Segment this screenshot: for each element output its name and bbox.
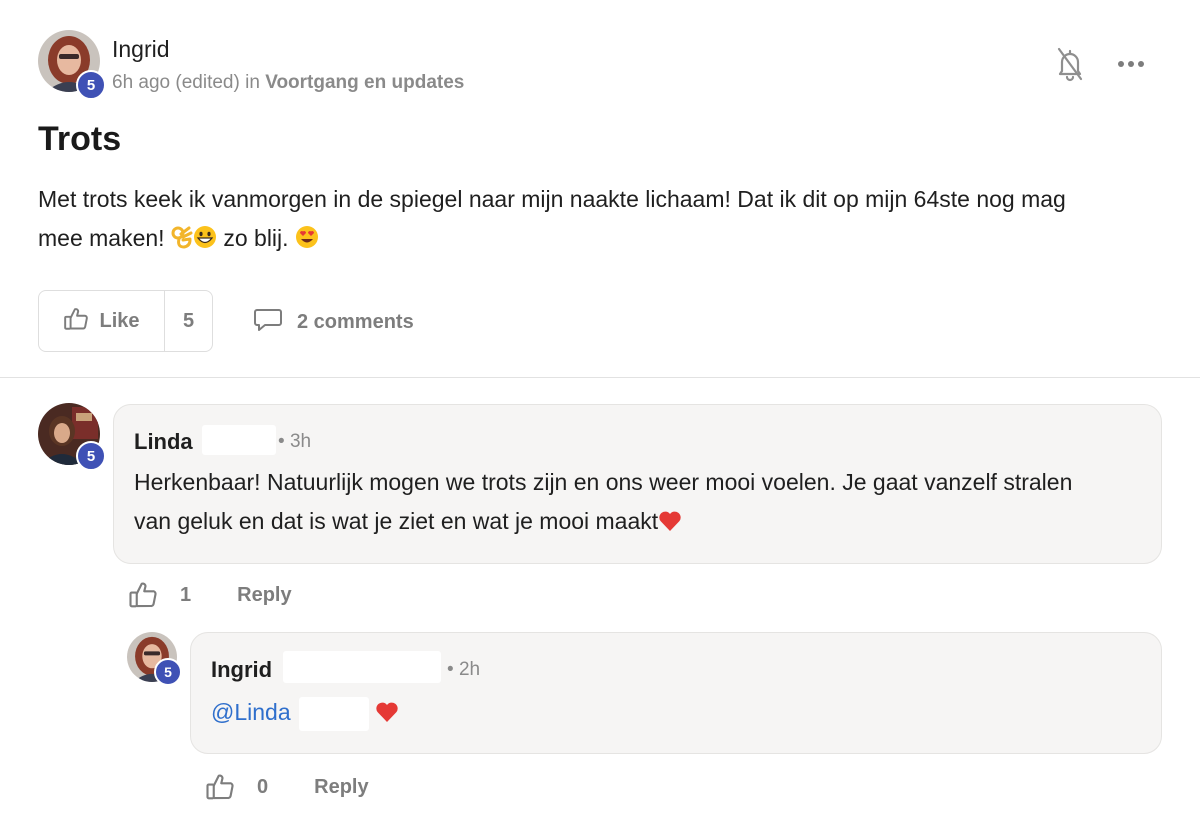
- red-heart-emoji-icon: [658, 505, 682, 544]
- like-button[interactable]: Like: [39, 291, 165, 351]
- category-link[interactable]: Voortgang en updates: [265, 72, 464, 93]
- post-title: Trots: [38, 120, 122, 158]
- author-name[interactable]: Ingrid: [112, 36, 170, 63]
- heart-eyes-emoji-icon: [295, 222, 319, 261]
- thumbs-up-icon[interactable]: [128, 580, 158, 610]
- reply-time: • 2h: [447, 659, 481, 680]
- comment-text-value: van geluk en dat is wat je ziet en wat j…: [134, 508, 659, 534]
- reply-author-name[interactable]: Ingrid: [211, 657, 272, 683]
- comment-time-value: 3h: [289, 431, 312, 452]
- thumbs-up-icon: [63, 306, 89, 337]
- reply-time-value: 2h: [458, 659, 481, 680]
- post-body-line: mee maken! zo blij.: [38, 219, 1162, 261]
- mention-link[interactable]: @Linda: [211, 699, 291, 725]
- comment-bubble: Linda • 3h Herkenbaar! Natuurlijk mogen …: [113, 404, 1162, 564]
- comment-time: • 3h: [278, 431, 312, 452]
- in-label: in: [245, 72, 260, 93]
- reply-like-count: 0: [257, 775, 269, 798]
- post-body-text: zo blij.: [223, 225, 289, 251]
- like-label: Like: [99, 309, 140, 332]
- comment-bubble-icon: [253, 306, 283, 339]
- reply-button[interactable]: Reply: [237, 584, 291, 607]
- comment-text-line: van geluk en dat is wat je ziet en wat j…: [134, 502, 1154, 544]
- redacted-mention-surname: [299, 696, 370, 731]
- redacted-surname: [202, 425, 276, 455]
- post-body-line: Met trots keek ik vanmorgen in de spiege…: [38, 186, 1066, 212]
- reply-bubble: Ingrid • 2h @Linda: [190, 632, 1162, 754]
- thumbs-up-icon[interactable]: [205, 772, 235, 802]
- redacted-surname: [283, 651, 441, 683]
- reply-text: @Linda: [211, 693, 1151, 735]
- divider: [0, 377, 1200, 378]
- red-heart-emoji-icon: [375, 696, 399, 735]
- comment-like-count: 1: [180, 583, 192, 606]
- grinning-face-emoji-icon: [193, 222, 217, 261]
- post-body-text: mee maken!: [38, 225, 165, 251]
- comment-actions: 1 Reply: [128, 580, 292, 610]
- commenter-level-badge: 5: [76, 441, 106, 471]
- like-box: Like 5: [38, 290, 213, 352]
- comments-button[interactable]: 2 comments: [253, 306, 414, 339]
- bell-off-icon[interactable]: [1056, 46, 1084, 82]
- author-level-badge: 5: [76, 70, 106, 100]
- comment-text-line: Herkenbaar! Natuurlijk mogen we trots zi…: [134, 469, 1073, 495]
- post-header: 5 Ingrid 6h ago (edited) in Voortgang en…: [38, 30, 1162, 100]
- edited-label: (edited): [175, 72, 240, 93]
- reply-button[interactable]: Reply: [314, 776, 368, 799]
- post-body: Met trots keek ik vanmorgen in de spiege…: [38, 180, 1162, 261]
- reply-actions: 0 Reply: [205, 772, 369, 802]
- comment-text: Herkenbaar! Natuurlijk mogen we trots zi…: [134, 463, 1154, 544]
- like-count[interactable]: 5: [165, 291, 212, 351]
- reply-author-level-badge: 5: [154, 658, 182, 686]
- more-horizontal-icon[interactable]: [1114, 54, 1148, 74]
- post-time: 6h ago: [112, 72, 171, 93]
- post-meta: 6h ago (edited) in Voortgang en updates: [112, 72, 464, 94]
- ok-hand-emoji-icon: [171, 222, 193, 261]
- commenter-name[interactable]: Linda: [134, 429, 193, 455]
- comments-count-label: 2 comments: [297, 311, 414, 333]
